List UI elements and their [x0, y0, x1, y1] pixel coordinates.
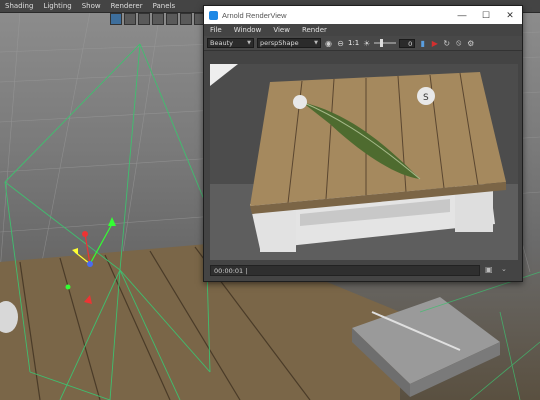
refresh-icon[interactable]: ↻ — [442, 39, 451, 48]
maya-menu-lighting[interactable]: Lighting — [38, 2, 76, 10]
xray-icon[interactable] — [180, 13, 192, 25]
stop-icon[interactable]: ⦸ — [454, 38, 463, 48]
gear-icon[interactable]: ⚙ — [466, 39, 475, 48]
maya-menu-show[interactable]: Show — [77, 2, 106, 10]
exposure-slider-handle[interactable] — [380, 39, 384, 47]
exposure-icon[interactable]: ☀ — [362, 39, 371, 48]
maya-menu-shading[interactable]: Shading — [0, 2, 38, 10]
close-button[interactable]: ✕ — [498, 6, 522, 24]
manip-center — [87, 261, 93, 267]
aov-value: Beauty — [210, 39, 233, 47]
window-titlebar[interactable]: Arnold RenderView — ☐ ✕ — [204, 6, 522, 24]
chevron-down-icon: ▼ — [314, 40, 318, 46]
window-title: Arnold RenderView — [222, 10, 287, 20]
render-image-area[interactable]: S — [210, 64, 518, 260]
exposure-slider[interactable] — [374, 39, 397, 47]
menu-window[interactable]: Window — [228, 26, 268, 34]
svg-text:S: S — [423, 93, 429, 103]
maya-menu-panels[interactable]: Panels — [148, 2, 181, 10]
arnold-renderview-window: Arnold RenderView — ☐ ✕ File Window View… — [203, 5, 523, 282]
snapshot-icon[interactable]: ▣ — [485, 265, 495, 275]
rendered-image: S — [210, 64, 518, 260]
maximize-button[interactable]: ☐ — [474, 6, 498, 24]
minimize-button[interactable]: — — [450, 6, 474, 24]
arnold-app-icon — [209, 10, 218, 20]
crop-region-icon[interactable]: ⊖ — [336, 39, 345, 48]
render-play-icon[interactable]: ▶ — [430, 39, 439, 48]
shadows-icon[interactable] — [166, 13, 178, 25]
menu-file[interactable]: File — [204, 26, 228, 34]
chevron-down-icon: ▼ — [247, 40, 251, 46]
exposure-value-field[interactable]: 0 — [399, 38, 416, 48]
lock-icon[interactable]: ▮ — [418, 39, 427, 48]
textured-icon[interactable] — [138, 13, 150, 25]
lights-icon[interactable] — [152, 13, 164, 25]
render-status-bar: 00:00:01 | — [210, 265, 480, 276]
maya-panel-toolbar — [110, 13, 206, 25]
menu-render[interactable]: Render — [296, 26, 333, 34]
renderview-menubar: File Window View Render — [204, 24, 522, 36]
render-coaster-left — [293, 95, 307, 109]
smooth-shade-icon[interactable] — [124, 13, 136, 25]
aov-dropdown[interactable]: Beauty ▼ — [207, 38, 254, 48]
camera-dropdown[interactable]: perspShape ▼ — [257, 38, 321, 48]
maya-menu-renderer[interactable]: Renderer — [106, 2, 148, 10]
renderview-toolbar: Beauty ▼ perspShape ▼ ◉ ⊖ 1:1 ☀ 0 ▮ ▶ ↻ … — [204, 36, 522, 51]
wireframe-toggle-icon[interactable] — [110, 13, 122, 25]
maya-screen: Shading Lighting Show Renderer Panels Ar… — [0, 0, 540, 400]
menu-view[interactable]: View — [267, 26, 296, 34]
display-settings-icon[interactable]: ◉ — [324, 39, 333, 48]
zoom-ratio-button[interactable]: 1:1 — [348, 39, 359, 47]
camera-value: perspShape — [260, 39, 299, 47]
chevron-down-icon[interactable]: ⌄ — [501, 265, 511, 275]
